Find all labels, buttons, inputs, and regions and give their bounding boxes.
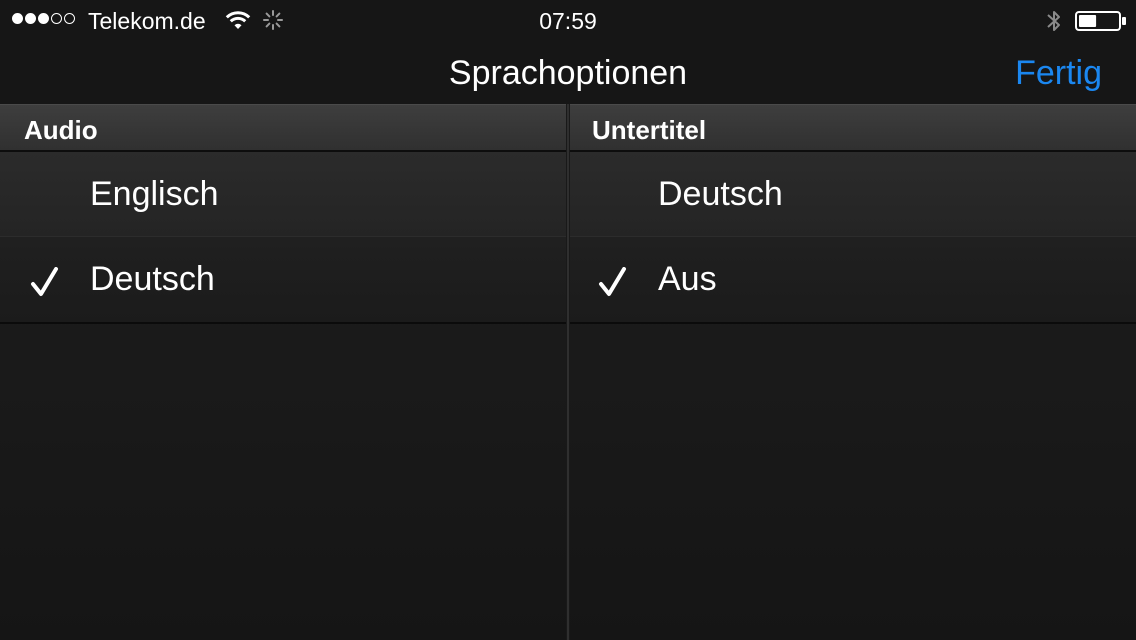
navigation-bar: Sprachoptionen Fertig [0,40,1136,104]
audio-option-label: Deutsch [90,260,215,298]
options-columns: Audio Englisch Deutsch Untertitel Deutsc… [0,104,1136,640]
bluetooth-icon [1047,11,1060,31]
done-button[interactable]: Fertig [1015,53,1102,93]
subtitles-section-title: Untertitel [592,115,707,145]
status-bar: Telekom.de 07:59 [0,0,1136,40]
audio-option-label: Englisch [90,175,219,213]
subtitle-option-label: Aus [658,260,717,298]
checkmark-icon [599,267,626,296]
audio-section-header: Audio [0,104,566,152]
subtitle-option-label: Deutsch [658,175,783,213]
audio-option-englisch[interactable]: Englisch [0,152,566,240]
subtitle-option-deutsch[interactable]: Deutsch [570,152,1136,240]
subtitles-column: Untertitel Deutsch Aus [570,104,1136,640]
audio-option-deutsch[interactable]: Deutsch [0,236,566,324]
audio-column: Audio Englisch Deutsch [0,104,566,640]
battery-icon [1075,11,1126,31]
checkmark-icon [31,267,58,296]
subtitle-option-aus[interactable]: Aus [570,236,1136,324]
page-title: Sprachoptionen [448,54,688,92]
status-time: 07:59 [539,8,597,34]
subtitles-section-header: Untertitel [570,104,1136,152]
language-options-screen: Telekom.de 07:59 Sprachoptionen Fertig A… [0,0,1136,640]
audio-section-title: Audio [24,115,98,145]
